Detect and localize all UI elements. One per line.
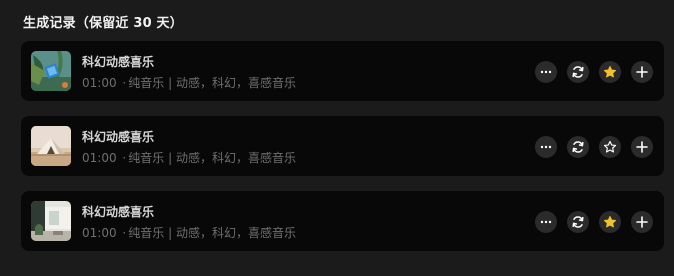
more-button[interactable] <box>535 61 557 83</box>
regenerate-icon <box>572 216 584 228</box>
meta-divider: | <box>168 151 173 165</box>
meta-divider: | <box>168 226 173 240</box>
add-button[interactable] <box>631 211 653 233</box>
track-title: 科幻动感喜乐 <box>82 130 155 144</box>
track-duration: 01:00 <box>82 151 117 165</box>
track-title: 科幻动感喜乐 <box>82 55 155 69</box>
favorite-button[interactable] <box>599 61 621 83</box>
track-type: 纯音乐 <box>128 151 165 165</box>
more-icon <box>540 70 552 74</box>
cover-thumbnail[interactable] <box>31 51 71 91</box>
item-actions <box>535 61 653 83</box>
history-item[interactable]: 科幻动感喜乐 01:00 · 纯音乐 | 动感，科幻，喜感音乐 <box>21 116 664 176</box>
regenerate-icon <box>572 66 584 78</box>
history-item[interactable]: 科幻动感喜乐 01:00 · 纯音乐 | 动感，科幻，喜感音乐 <box>21 41 664 101</box>
item-actions <box>535 136 653 158</box>
track-tags: 动感，科幻，喜感音乐 <box>175 226 296 240</box>
plus-icon <box>636 216 648 228</box>
more-button[interactable] <box>535 211 557 233</box>
cover-thumbnail[interactable] <box>31 126 71 166</box>
track-tags: 动感，科幻，喜感音乐 <box>175 151 296 165</box>
meta-dot: · <box>122 76 127 90</box>
track-meta: 01:00 · 纯音乐 | 动感，科幻，喜感音乐 <box>82 224 296 241</box>
regenerate-button[interactable] <box>567 211 589 233</box>
favorite-button[interactable] <box>599 211 621 233</box>
star-icon <box>603 65 617 78</box>
more-icon <box>540 145 552 149</box>
regenerate-button[interactable] <box>567 136 589 158</box>
regenerate-button[interactable] <box>567 61 589 83</box>
generation-history-panel: 生成记录（保留近 30 天） 科幻动感喜乐 01:00 · 纯音乐 | 动感，科幻… <box>0 0 674 276</box>
meta-dot: · <box>122 151 127 165</box>
track-meta: 01:00 · 纯音乐 | 动感，科幻，喜感音乐 <box>82 149 296 166</box>
track-meta: 01:00 · 纯音乐 | 动感，科幻，喜感音乐 <box>82 74 296 91</box>
regenerate-icon <box>572 141 584 153</box>
item-actions <box>535 211 653 233</box>
favorite-button[interactable] <box>599 136 621 158</box>
meta-divider: | <box>168 76 173 90</box>
more-button[interactable] <box>535 136 557 158</box>
track-type: 纯音乐 <box>128 76 165 90</box>
track-duration: 01:00 <box>82 226 117 240</box>
cover-thumbnail[interactable] <box>31 201 71 241</box>
track-duration: 01:00 <box>82 76 117 90</box>
more-icon <box>540 220 552 224</box>
track-tags: 动感，科幻，喜感音乐 <box>175 76 296 90</box>
star-icon <box>603 215 617 228</box>
plus-icon <box>636 66 648 78</box>
add-button[interactable] <box>631 61 653 83</box>
track-title: 科幻动感喜乐 <box>82 205 155 219</box>
section-title: 生成记录（保留近 30 天） <box>23 16 183 31</box>
star-outline-icon <box>603 140 617 153</box>
track-type: 纯音乐 <box>128 226 165 240</box>
meta-dot: · <box>122 226 127 240</box>
history-item[interactable]: 科幻动感喜乐 01:00 · 纯音乐 | 动感，科幻，喜感音乐 <box>21 191 664 251</box>
add-button[interactable] <box>631 136 653 158</box>
plus-icon <box>636 141 648 153</box>
